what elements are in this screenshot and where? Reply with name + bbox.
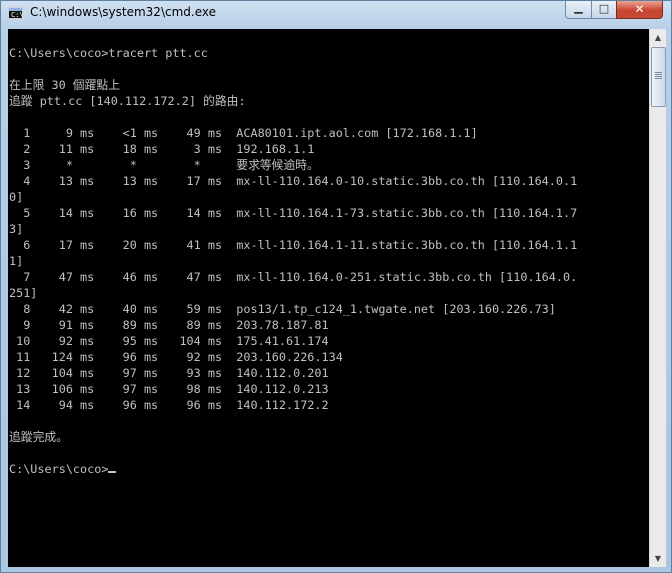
console-line: 14 94 ms 96 ms 96 ms 140.112.172.2 xyxy=(9,398,329,412)
console-line: C:\Users\coco>tracert ptt.cc xyxy=(9,46,208,60)
app-icon-text: C:\ xyxy=(11,11,24,19)
console-line: 251] xyxy=(9,286,38,300)
console-line: 7 47 ms 46 ms 47 ms mx-ll-110.164.0-251.… xyxy=(9,270,578,284)
close-button[interactable]: ✕ xyxy=(616,1,663,19)
console-line: 追蹤完成。 xyxy=(9,430,68,444)
title-bar[interactable]: C:\ C:\windows\system32\cmd.exe ▁ □ ✕ xyxy=(1,1,671,28)
command-prompt: C:\Users\coco> xyxy=(9,462,109,476)
close-icon: ✕ xyxy=(634,2,645,16)
console-text-block: C:\Users\coco>tracert ptt.cc 在上限 30 個躍點上… xyxy=(9,45,577,477)
window-title: C:\windows\system32\cmd.exe xyxy=(30,5,216,19)
console-line: 12 104 ms 97 ms 93 ms 140.112.0.201 xyxy=(9,366,329,380)
console-line: 10 92 ms 95 ms 104 ms 175.41.61.174 xyxy=(9,334,329,348)
thumb-grip-icon xyxy=(655,72,662,80)
console-line: 2 11 ms 18 ms 3 ms 192.168.1.1 xyxy=(9,142,315,156)
console-line: 4 13 ms 13 ms 17 ms mx-ll-110.164.0-10.s… xyxy=(9,174,578,188)
console-line: 5 14 ms 16 ms 14 ms mx-ll-110.164.1-73.s… xyxy=(9,206,578,220)
console-line: 1 9 ms <1 ms 49 ms ACA80101.ipt.aol.com … xyxy=(9,126,478,140)
console-line: 3 * * * 要求等候逾時。 xyxy=(9,158,319,172)
console-line: 13 106 ms 97 ms 98 ms 140.112.0.213 xyxy=(9,382,329,396)
console-line: 8 42 ms 40 ms 59 ms pos13/1.tp_c124_1.tw… xyxy=(9,302,556,316)
console-line: 6 17 ms 20 ms 41 ms mx-ll-110.164.1-11.s… xyxy=(9,238,578,252)
console-line: 9 91 ms 89 ms 89 ms 203.78.187.81 xyxy=(9,318,329,332)
console-line: 3] xyxy=(9,222,24,236)
console-line: 1] xyxy=(9,254,24,268)
console-line: 在上限 30 個躍點上 xyxy=(9,78,120,92)
scroll-down-arrow-icon[interactable]: ▼ xyxy=(650,550,666,567)
console-line: 追蹤 ptt.cc [140.112.172.2] 的路由: xyxy=(9,94,246,108)
console-line: 11 124 ms 96 ms 92 ms 203.160.226.134 xyxy=(9,350,343,364)
vertical-scrollbar[interactable]: ▲ ▼ xyxy=(649,29,666,567)
scroll-up-arrow-icon[interactable]: ▲ xyxy=(650,29,666,46)
minimize-button[interactable]: ▁ xyxy=(565,1,592,19)
maximize-button[interactable]: □ xyxy=(591,1,617,19)
scroll-thumb[interactable] xyxy=(651,47,666,107)
console-output[interactable]: C:\Users\coco>tracert ptt.cc 在上限 30 個躍點上… xyxy=(8,29,649,567)
cmd-app-icon[interactable]: C:\ xyxy=(8,7,24,19)
cmd-window: C:\ C:\windows\system32\cmd.exe ▁ □ ✕ C:… xyxy=(0,0,672,573)
minimize-icon: ▁ xyxy=(574,1,583,14)
console-line: 0] xyxy=(9,190,24,204)
maximize-icon: □ xyxy=(598,2,610,15)
text-cursor xyxy=(108,471,117,473)
